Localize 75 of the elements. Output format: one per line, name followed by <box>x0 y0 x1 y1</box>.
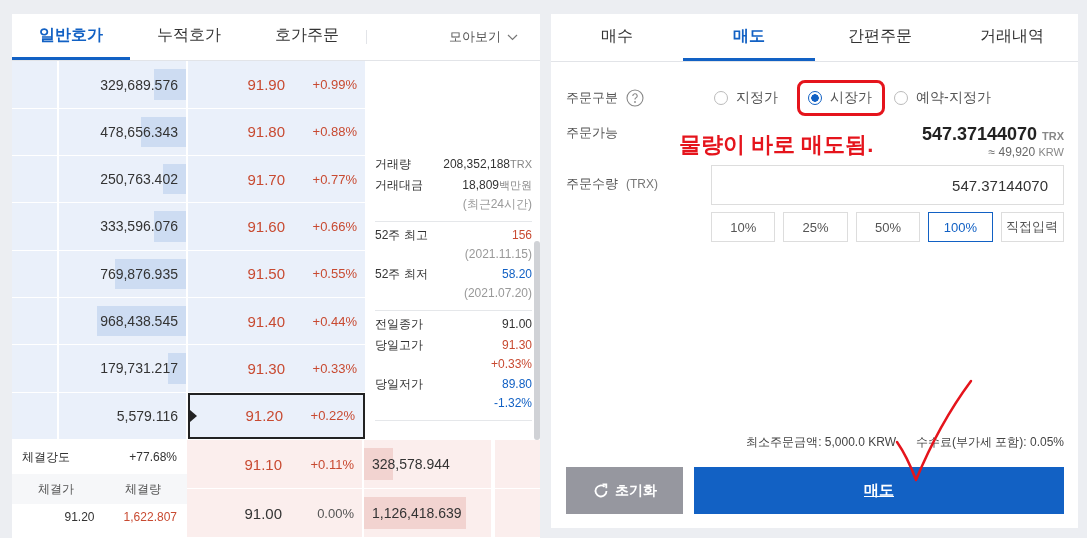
current-price-marker-icon <box>190 409 197 422</box>
trade-volume-cell-text: 1,622.807 <box>122 510 177 524</box>
ask-quantity-cell: 250,763.402 <box>58 156 188 203</box>
field-label: 주문구분 <box>566 89 618 107</box>
percent-button[interactable]: 50% <box>855 212 921 242</box>
percent-button[interactable]: 100% <box>928 212 993 242</box>
ask-price-cell[interactable]: 91.50 +0.55% <box>188 250 365 297</box>
unit-label: (TRX) <box>626 177 658 191</box>
trade-price-cell-text: 91.20 <box>63 510 95 524</box>
stat-value: 18,809백만원 <box>462 177 532 195</box>
order-type-radio[interactable]: 시장가 <box>797 80 885 116</box>
orderbook-tab[interactable]: 호가주문 <box>248 14 366 61</box>
bid-price-cell[interactable]: 91.10 +0.11% <box>187 440 364 488</box>
stat-value: 91.00 <box>501 316 532 334</box>
ask-quantity-cell: 968,438.545 <box>58 298 188 345</box>
stat-label: 당일고가 <box>375 337 423 355</box>
trade-strength-label: 체결강도 <box>22 448 70 466</box>
ask-price-cell[interactable]: 91.20 +0.22% <box>188 392 365 439</box>
column-header: 체결가 <box>36 480 75 498</box>
stat-label: 전일종가 <box>375 316 423 334</box>
ask-quantity-cell: 769,876.935 <box>58 250 188 297</box>
stat-note: (최근24시간) <box>461 196 532 214</box>
stat-label: 거래대금 <box>375 177 423 195</box>
ask-price-cell[interactable]: 91.70 +0.77% <box>188 156 365 203</box>
ask-quantity-cell: 5,579.116 <box>58 392 188 439</box>
trade-strength-value: +77.68% <box>129 450 177 464</box>
ask-price-cell[interactable]: 91.80 +0.88% <box>188 108 365 155</box>
sell-button[interactable]: 매도 <box>694 467 1064 514</box>
available-amount: 547.37144070 TRX <box>921 124 1064 145</box>
refresh-icon <box>592 482 609 499</box>
stat-value: 91.30 <box>501 337 532 355</box>
chevron-down-icon <box>507 33 518 41</box>
ask-quantity-cell: 179,731.217 <box>58 345 188 392</box>
stat-value: 89.80 <box>501 376 532 394</box>
stat-change: -1.32% <box>492 395 532 413</box>
ask-price-cell[interactable]: 91.40 +0.44% <box>188 298 365 345</box>
ask-price-cell[interactable]: 91.30 +0.33% <box>188 345 365 392</box>
order-note: 최소주문금액: 5,000.0 KRW <box>746 434 896 451</box>
ask-quantity-cell: 333,596.076 <box>58 203 188 250</box>
stat-value: 58.20 <box>501 266 532 284</box>
stat-label: 거래량 <box>375 156 411 174</box>
field-label: 주문수량 <box>566 175 618 193</box>
ask-quantity-cell: 329,689.576 <box>58 61 188 108</box>
scrollbar[interactable] <box>534 241 540 440</box>
order-tab[interactable]: 간편주문 <box>814 14 947 61</box>
bid-quantity-cell: 1,126,418.639 <box>364 489 494 537</box>
krw-estimate: ≈ 49,920 KRW <box>988 145 1064 159</box>
stat-note: (2021.07.20) <box>462 285 532 303</box>
stat-note: (2021.11.15) <box>463 246 532 264</box>
stat-label: 52주 최고 <box>375 227 428 245</box>
order-type-radio[interactable]: 지정가 <box>711 80 791 116</box>
order-tab[interactable]: 매도 <box>682 14 815 61</box>
percent-button[interactable]: 25% <box>783 212 848 242</box>
bid-quantity-cell: 328,578.944 <box>364 440 494 488</box>
order-tab[interactable]: 매수 <box>551 14 683 61</box>
ask-quantity-cell: 478,656.343 <box>58 108 188 155</box>
column-header: 체결량 <box>124 480 163 498</box>
orderbook-tab[interactable]: 누적호가 <box>130 14 248 61</box>
stat-value: 156 <box>511 227 532 245</box>
ask-price-cell[interactable]: 91.90 +0.99% <box>188 61 365 108</box>
annotation-text: 물량이 바로 매도됨. <box>679 131 874 159</box>
ask-price-cell[interactable]: 91.60 +0.66% <box>188 203 365 250</box>
bid-price-cell[interactable]: 91.00 0.00% <box>187 489 364 537</box>
stat-change: +0.33% <box>489 356 532 374</box>
order-tab[interactable]: 거래내역 <box>946 14 1078 61</box>
stat-value: 208,352,188TRX <box>443 156 532 174</box>
field-label: 주문가능 <box>566 124 619 142</box>
help-icon[interactable] <box>626 89 644 107</box>
stat-label: 52주 최저 <box>375 266 428 284</box>
percent-button[interactable]: 직접입력 <box>1000 212 1064 242</box>
stat-label: 당일저가 <box>375 376 423 394</box>
view-toggle[interactable]: 모아보기 <box>443 14 524 61</box>
percent-button[interactable]: 10% <box>711 212 776 242</box>
order-type-radio[interactable]: 예약-지정가 <box>891 80 1004 116</box>
quantity-input[interactable]: 547.37144070 <box>711 165 1064 205</box>
